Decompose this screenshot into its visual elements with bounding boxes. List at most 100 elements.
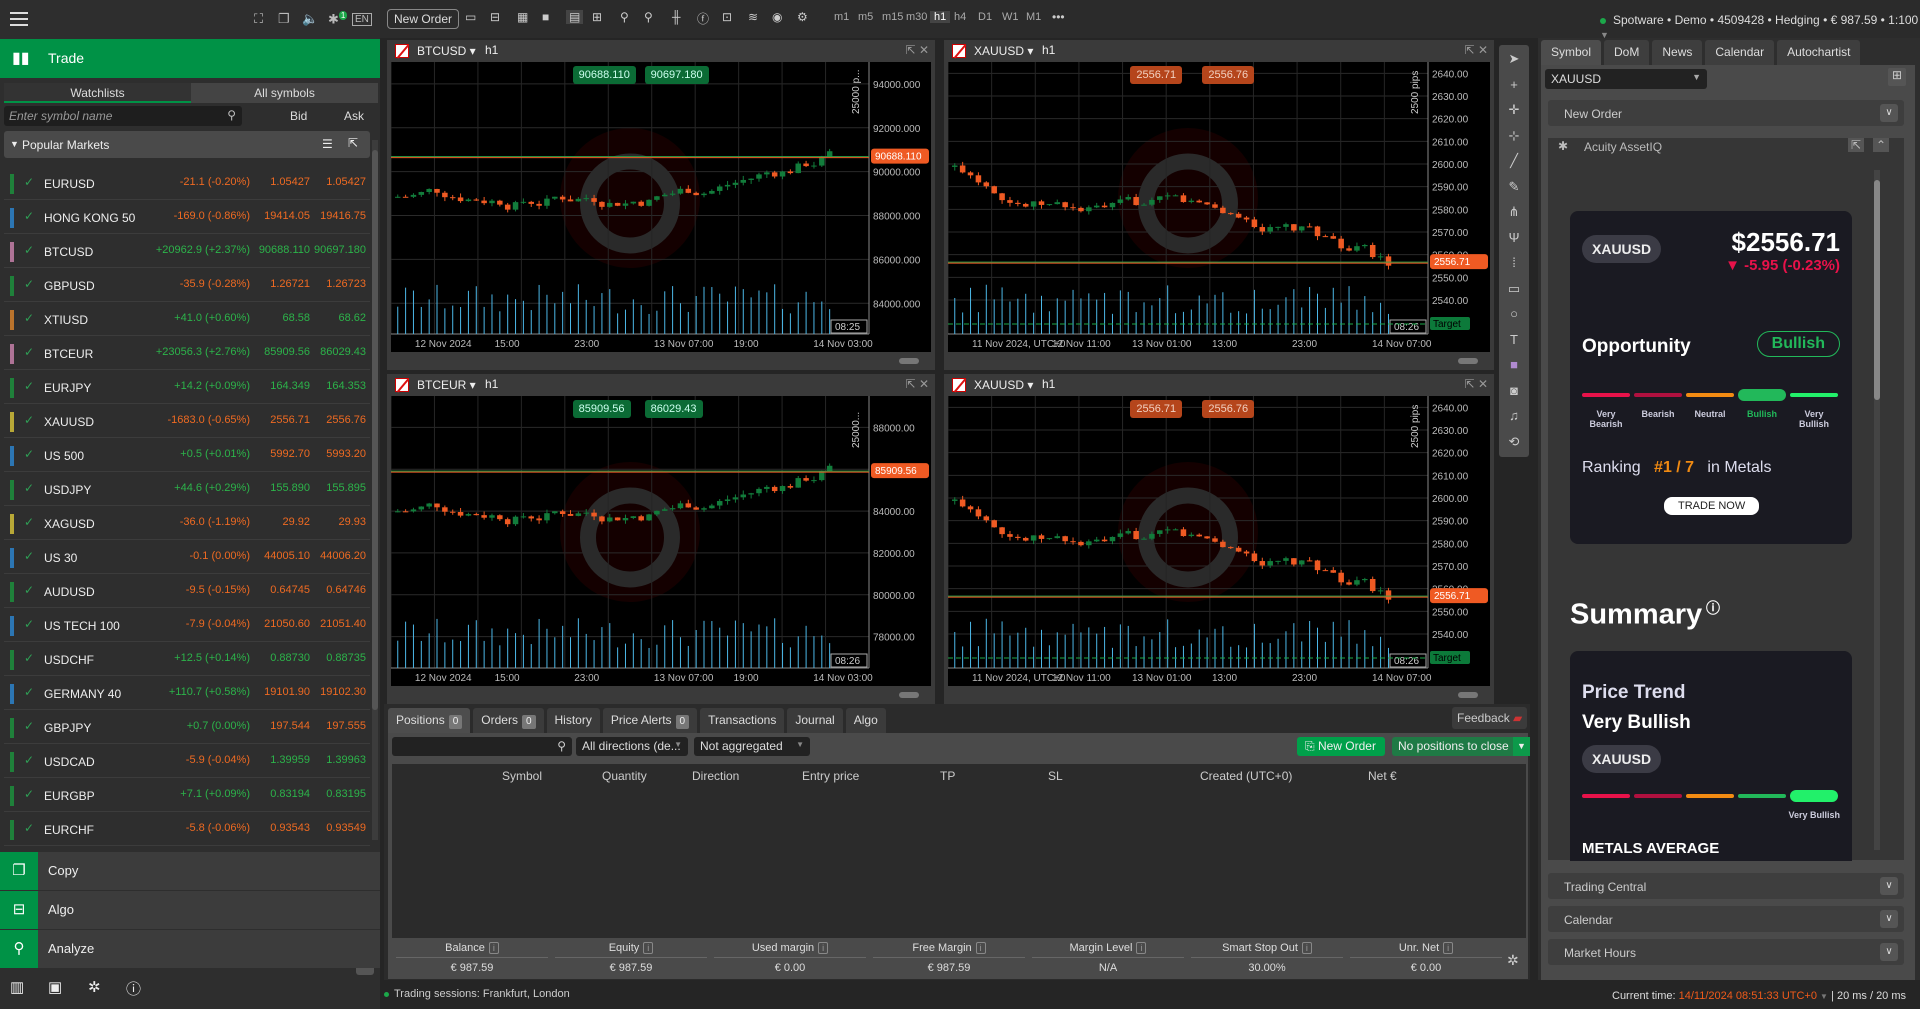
bid-price[interactable]: 21050.60: [264, 618, 310, 630]
bid-price[interactable]: 44005.10: [264, 550, 310, 562]
symbol-select[interactable]: XAUUSD ▼: [1545, 69, 1707, 89]
deposit-icon[interactable]: ▥: [10, 978, 24, 996]
ask-price[interactable]: 68.62: [338, 312, 366, 324]
tab-all-symbols[interactable]: All symbols: [191, 83, 378, 103]
column-header[interactable]: Created (UTC+0): [1200, 769, 1292, 783]
timeframe-W1[interactable]: W1: [1002, 11, 1019, 23]
watchlist-row[interactable]: ✓ BTCUSD +20962.9 (+2.37%) 90688.110 90697.1…: [4, 234, 370, 268]
settings-icon[interactable]: ✲: [88, 978, 101, 996]
timeframe-h4[interactable]: h4: [954, 11, 966, 23]
trendline-icon[interactable]: ╱: [1499, 153, 1529, 169]
chart-scrollbar[interactable]: [393, 692, 929, 700]
fork-icon[interactable]: Ψ: [1499, 230, 1529, 245]
chart-symbol-select[interactable]: XAUUSD ▾: [974, 378, 1033, 392]
ask-price[interactable]: 1.26723: [326, 278, 366, 290]
watchlist-row[interactable]: ✓ XAGUSD -36.0 (-1.19%) 29.92 29.93: [4, 506, 370, 540]
ask-price[interactable]: 19102.30: [320, 686, 366, 698]
watchlist-row[interactable]: ✓ AUDUSD -9.5 (-0.15%) 0.64745 0.64746: [4, 574, 370, 608]
add-chart-icon[interactable]: ⊞: [1888, 68, 1906, 86]
zoom-in-icon[interactable]: ⚲: [644, 10, 653, 24]
ask-price[interactable]: 19416.75: [320, 210, 366, 222]
chart-timeframe-select[interactable]: h1: [1042, 43, 1055, 57]
menu-icon[interactable]: [10, 12, 28, 26]
tab-calendar[interactable]: Calendar: [1705, 40, 1775, 65]
timeframe-D1[interactable]: D1: [978, 11, 992, 23]
add-chart-icon[interactable]: ⊞: [592, 10, 602, 24]
bid-price[interactable]: 155.890: [270, 482, 310, 494]
tab-news[interactable]: News: [1652, 40, 1703, 65]
info-icon[interactable]: i: [643, 942, 654, 954]
info-icon[interactable]: i: [488, 942, 499, 954]
chart-type-icon[interactable]: [395, 44, 409, 58]
chevron-down-icon[interactable]: ∨: [1880, 910, 1898, 928]
tab-dom[interactable]: DoM: [1604, 40, 1650, 65]
tab-journal[interactable]: Journal: [787, 708, 843, 733]
account-info[interactable]: Spotware • Demo • 4509428 • Hedging • € …: [1600, 13, 1920, 41]
chart-settings-icon[interactable]: ⚙: [797, 10, 808, 24]
info-icon[interactable]: i: [975, 942, 986, 954]
column-header[interactable]: SL: [1048, 769, 1063, 783]
buy-price-button[interactable]: 86029.43: [644, 400, 703, 418]
chart-scrollbar[interactable]: [950, 692, 1488, 700]
info-icon[interactable]: i: [1301, 942, 1312, 954]
nav-copy[interactable]: ❐ Copy: [0, 852, 380, 890]
timeframe-M1[interactable]: M1: [1026, 11, 1041, 23]
watchlist-scrollbar[interactable]: [372, 140, 378, 840]
tab-symbol[interactable]: Symbol: [1541, 40, 1602, 65]
zoom-out-icon[interactable]: ⚲: [620, 10, 629, 24]
text-icon[interactable]: T: [1499, 332, 1529, 347]
layers-icon[interactable]: ≋: [748, 10, 758, 24]
bid-price[interactable]: 0.83194: [270, 788, 310, 800]
sell-price-button[interactable]: 90688.110: [572, 66, 636, 84]
timeframe-m15[interactable]: m15: [882, 11, 903, 23]
fullscreen-icon[interactable]: ⛶: [254, 11, 263, 27]
ask-price[interactable]: 1.05427: [326, 176, 366, 188]
ask-price[interactable]: 197.555: [326, 720, 366, 732]
ellipse-icon[interactable]: ○: [1499, 306, 1529, 321]
robot-icon[interactable]: ⊡: [722, 10, 732, 24]
popular-markets-group[interactable]: ▼ Popular Markets ☰ ⇱: [4, 131, 370, 158]
chart-timeframe-select[interactable]: h1: [1042, 377, 1055, 391]
chart-timeframe-select[interactable]: h1: [485, 43, 498, 57]
chart-scrollbar[interactable]: [950, 358, 1488, 366]
tab-algo[interactable]: Algo: [845, 708, 886, 733]
ask-price[interactable]: 21051.40: [320, 618, 366, 630]
brush-icon[interactable]: ✎: [1499, 179, 1529, 195]
fibonacci-icon[interactable]: ⁞: [1499, 255, 1529, 270]
pointer-icon[interactable]: ➤: [1499, 51, 1529, 67]
watchlist-row[interactable]: ✓ EURUSD -21.1 (-0.20%) 1.05427 1.05427: [4, 166, 370, 200]
bell-icon[interactable]: ♫: [1499, 408, 1529, 423]
bid-price[interactable]: 2556.71: [270, 414, 310, 426]
list-view-icon[interactable]: ☰: [322, 137, 333, 151]
ask-price[interactable]: 90697.180: [314, 244, 366, 256]
timezone-select[interactable]: UTC+0: [1782, 990, 1817, 1002]
column-header[interactable]: Entry price: [802, 769, 859, 783]
tab-autochartist[interactable]: Autochartist: [1777, 40, 1861, 65]
tab-positions[interactable]: Positions 0: [388, 708, 471, 733]
buy-price-button[interactable]: 2556.76: [1202, 400, 1255, 418]
watchlist-row[interactable]: ✓ USDCHF +12.5 (+0.14%) 0.88730 0.88735: [4, 642, 370, 676]
tab-orders[interactable]: Orders 0: [473, 708, 544, 733]
bid-price[interactable]: 90688.110: [259, 244, 310, 256]
chevron-down-icon[interactable]: ∨: [1880, 104, 1898, 122]
facebook-icon[interactable]: ⓕ: [697, 10, 709, 27]
trade-nav[interactable]: ▮▮ Trade: [0, 39, 380, 78]
chart-type-icon[interactable]: [395, 378, 409, 392]
single-layout-icon[interactable]: ■: [542, 10, 549, 24]
ask-price[interactable]: 155.895: [326, 482, 366, 494]
scroll-thumb[interactable]: [899, 358, 919, 364]
chart-scrollbar[interactable]: [393, 358, 929, 366]
bid-price[interactable]: 19414.05: [264, 210, 310, 222]
aggregation-select[interactable]: Not aggregated ▼: [694, 737, 810, 756]
buy-price-button[interactable]: 90697.180: [644, 66, 709, 84]
chevron-down-icon[interactable]: ▼: [1513, 737, 1530, 756]
popout-icon[interactable]: ⇱: [1465, 43, 1478, 57]
close-positions-button[interactable]: No positions to close ▼: [1392, 737, 1530, 756]
watchlist-row[interactable]: ✓ GBPJPY +0.7 (0.00%) 197.544 197.555: [4, 710, 370, 744]
chart-plot[interactable]: 88000.0086000.0084000.0082000.0080000.00…: [391, 396, 931, 686]
chart-symbol-select[interactable]: BTCEUR ▾: [417, 378, 476, 392]
trade-now-button[interactable]: TRADE NOW: [1664, 497, 1760, 515]
timeframe-m30[interactable]: m30: [906, 11, 927, 23]
chart-symbol-select[interactable]: XAUUSD ▾: [974, 44, 1033, 58]
rectangle-icon[interactable]: ▭: [1499, 281, 1529, 297]
